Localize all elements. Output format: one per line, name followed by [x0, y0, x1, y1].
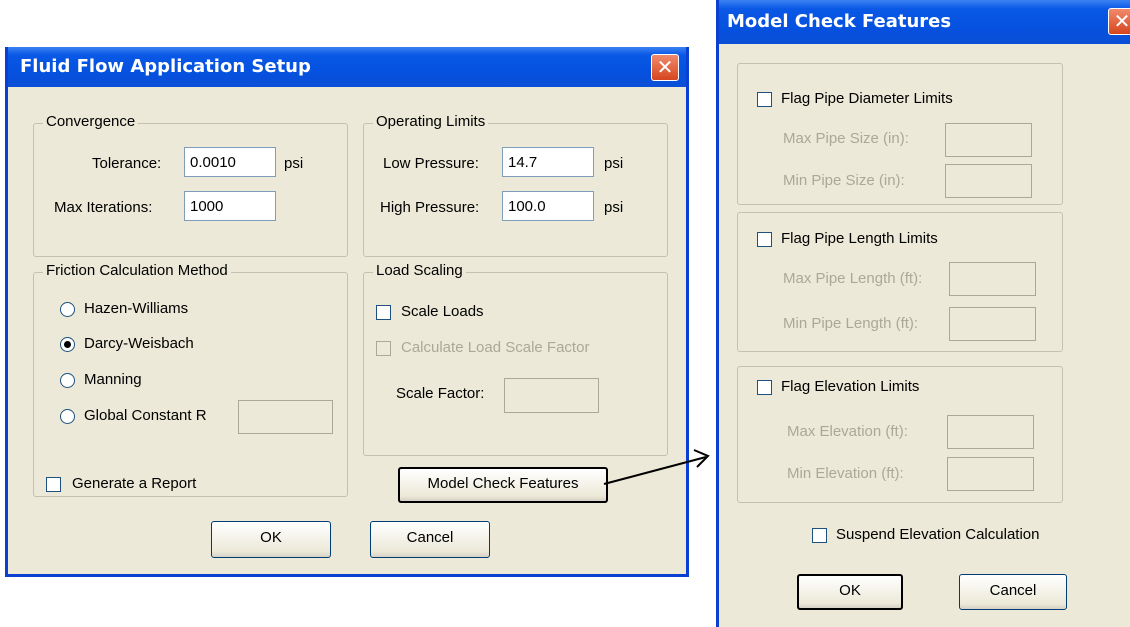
min-pipe-length-label: Min Pipe Length (ft): [783, 315, 919, 332]
flag-length-checkbox[interactable] [757, 232, 772, 247]
load-scaling-legend: Load Scaling [373, 262, 466, 279]
darcy-weisbach-label[interactable]: Darcy-Weisbach [84, 335, 194, 352]
suspend-elevation-checkbox[interactable] [812, 528, 827, 543]
max-pipe-size-label: Max Pipe Size (in): [783, 130, 909, 147]
scale-factor-input[interactable] [504, 378, 599, 413]
max-iterations-input[interactable] [184, 191, 276, 221]
model-check-title: Model Check Features [727, 11, 952, 32]
model-check-close-icon[interactable]: ✕ [1108, 8, 1130, 35]
tolerance-unit: psi [284, 155, 304, 172]
tolerance-input[interactable] [184, 147, 276, 177]
max-elevation-label: Max Elevation (ft): [787, 423, 908, 440]
radio-darcy-weisbach[interactable] [60, 337, 75, 352]
min-pipe-size-label: Min Pipe Size (in): [783, 172, 905, 189]
setup-titlebar[interactable]: Fluid Flow Application Setup [8, 47, 686, 87]
connector-arrow [603, 449, 710, 485]
calc-load-scale-factor-label[interactable]: Calculate Load Scale Factor [401, 339, 589, 356]
model-check-titlebar[interactable]: Model Check Features [719, 0, 1130, 44]
scale-factor-label: Scale Factor: [396, 385, 485, 402]
max-pipe-size-input[interactable] [945, 123, 1032, 157]
flag-length-label[interactable]: Flag Pipe Length Limits [781, 230, 938, 247]
flag-diameter-checkbox[interactable] [757, 92, 772, 107]
low-pressure-unit: psi [604, 155, 624, 172]
calc-load-scale-factor-checkbox[interactable] [376, 341, 391, 356]
flag-diameter-label[interactable]: Flag Pipe Diameter Limits [781, 90, 953, 107]
setup-dialog: Fluid Flow Application Setup ✕ Convergen… [5, 47, 689, 577]
convergence-group: Convergence [33, 113, 348, 257]
max-iterations-label: Max Iterations: [54, 199, 153, 216]
min-pipe-size-input[interactable] [945, 164, 1032, 198]
max-pipe-length-input[interactable] [949, 262, 1036, 296]
global-constant-input[interactable] [238, 400, 333, 434]
radio-manning[interactable] [60, 373, 75, 388]
high-pressure-input[interactable] [502, 191, 594, 221]
generate-report-checkbox[interactable] [46, 477, 61, 492]
low-pressure-input[interactable] [502, 147, 594, 177]
hazen-williams-label[interactable]: Hazen-Williams [84, 300, 188, 317]
scale-loads-checkbox[interactable] [376, 305, 391, 320]
model-check-cancel-button[interactable]: Cancel [959, 574, 1067, 610]
friction-legend: Friction Calculation Method [43, 262, 231, 279]
setup-ok-button[interactable]: OK [211, 521, 331, 558]
setup-title: Fluid Flow Application Setup [20, 56, 311, 77]
model-check-features-button[interactable]: Model Check Features [398, 467, 608, 503]
suspend-elevation-label[interactable]: Suspend Elevation Calculation [836, 526, 1039, 543]
max-elevation-input[interactable] [947, 415, 1034, 449]
setup-cancel-button[interactable]: Cancel [370, 521, 490, 558]
scale-loads-label[interactable]: Scale Loads [401, 303, 484, 320]
convergence-legend: Convergence [43, 113, 139, 130]
min-pipe-length-input[interactable] [949, 307, 1036, 341]
operating-limits-group: Operating Limits [363, 113, 668, 257]
setup-close-icon[interactable]: ✕ [651, 54, 679, 81]
min-elevation-label: Min Elevation (ft): [787, 465, 904, 482]
radio-hazen-williams[interactable] [60, 302, 75, 317]
model-check-ok-button[interactable]: OK [797, 574, 903, 610]
generate-report-label[interactable]: Generate a Report [72, 475, 196, 492]
max-pipe-length-label: Max Pipe Length (ft): [783, 270, 923, 287]
min-elevation-input[interactable] [947, 457, 1034, 491]
high-pressure-unit: psi [604, 199, 624, 216]
flag-elevation-checkbox[interactable] [757, 380, 772, 395]
tolerance-label: Tolerance: [92, 155, 162, 172]
load-scaling-group: Load Scaling [363, 262, 668, 456]
radio-global-constant-r[interactable] [60, 409, 75, 424]
manning-label[interactable]: Manning [84, 371, 142, 388]
friction-group: Friction Calculation Method [33, 262, 348, 497]
low-pressure-label: Low Pressure: [383, 155, 479, 172]
model-check-dialog: Model Check Features ✕ Flag Pipe Diamete… [716, 0, 1130, 627]
operating-limits-legend: Operating Limits [373, 113, 489, 130]
global-constant-r-label[interactable]: Global Constant R [84, 407, 207, 424]
flag-elevation-label[interactable]: Flag Elevation Limits [781, 378, 919, 395]
high-pressure-label: High Pressure: [380, 199, 480, 216]
